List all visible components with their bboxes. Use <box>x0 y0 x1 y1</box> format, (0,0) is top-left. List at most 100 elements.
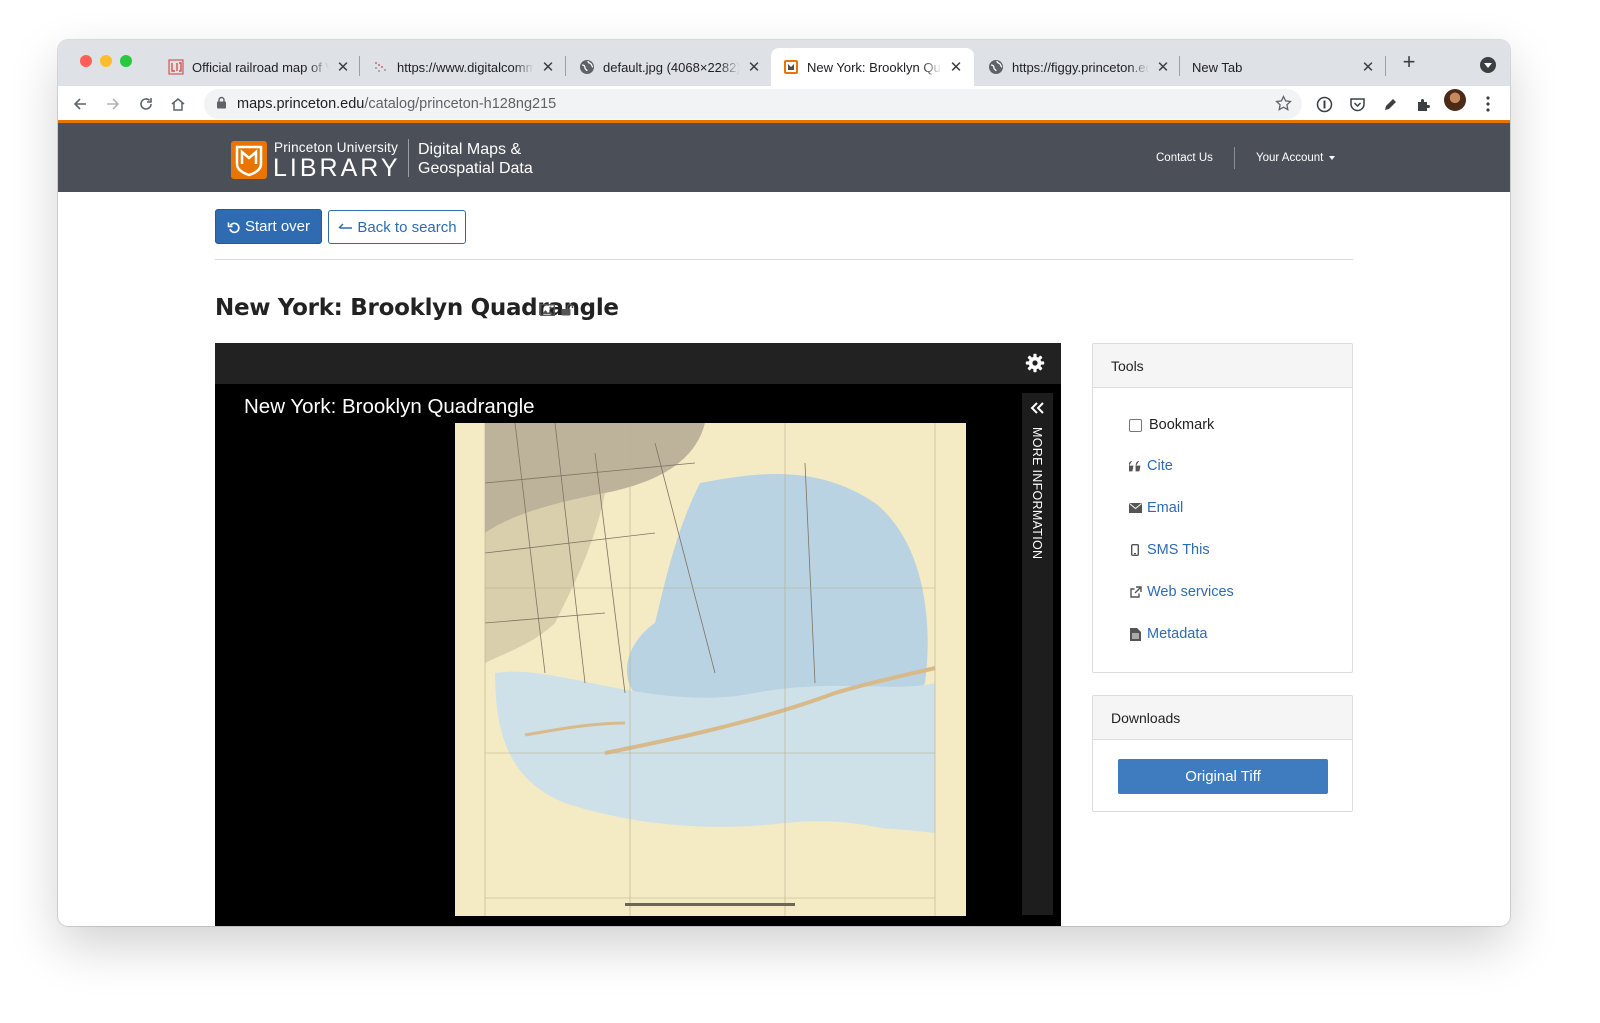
browser-tab[interactable]: Official railroad map of V ✕ <box>156 48 361 86</box>
double-chevron-left-icon[interactable] <box>1029 401 1045 420</box>
forward-icon[interactable] <box>101 92 125 116</box>
original-tiff-button[interactable]: Original Tiff <box>1118 759 1328 794</box>
new-tab-button[interactable]: + <box>1398 51 1420 74</box>
app-title-line1: Digital Maps & <box>418 141 522 158</box>
pen-extension-icon[interactable] <box>1378 92 1402 116</box>
password-extension-icon[interactable] <box>1312 92 1336 116</box>
external-link-icon <box>1128 585 1142 599</box>
downloads-panel: Downloads Original Tiff <box>1092 695 1353 812</box>
app-title[interactable]: Digital Maps & Geospatial Data <box>418 140 533 178</box>
pul-icon <box>783 59 799 75</box>
close-window-button[interactable] <box>80 55 92 67</box>
sms-label: SMS This <box>1147 542 1210 558</box>
dots-icon <box>373 59 389 75</box>
your-account-label: Your Account <box>1256 152 1324 164</box>
gear-icon[interactable] <box>1025 353 1045 378</box>
tab-title: default.jpg (4068×2282) <box>603 59 740 75</box>
viewer-toolbar <box>215 343 1061 384</box>
tab-search-icon[interactable] <box>1480 57 1496 73</box>
tab-title: New York: Brooklyn Quadrangle <box>807 59 942 75</box>
minimize-window-button[interactable] <box>100 55 112 67</box>
home-icon[interactable] <box>166 92 190 116</box>
email-label: Email <box>1147 500 1184 516</box>
tools-heading: Tools <box>1093 344 1352 388</box>
divider <box>215 259 1353 260</box>
undo-icon <box>227 220 241 234</box>
tab-strip: Official railroad map of V ✕ https://www… <box>58 40 1510 86</box>
tab-close-icon[interactable]: ✕ <box>335 58 351 76</box>
metadata-link[interactable]: Metadata <box>1128 626 1207 642</box>
tab-close-icon[interactable]: ✕ <box>1360 58 1376 76</box>
tab-close-icon[interactable]: ✕ <box>948 58 964 76</box>
address-bar[interactable]: maps.princeton.edu/catalog/princeton-h12… <box>204 89 1302 119</box>
browser-toolbar: maps.princeton.edu/catalog/princeton-h12… <box>58 86 1510 122</box>
header-divider <box>1234 147 1235 169</box>
quote-icon <box>1128 460 1142 472</box>
browser-tab[interactable]: default.jpg (4068×2282) ✕ <box>567 48 772 86</box>
cite-label: Cite <box>1147 458 1173 474</box>
url-path: /catalog/princeton-h128ng215 <box>364 96 557 112</box>
map-image[interactable] <box>455 422 966 916</box>
org-name-big: LIBRARY <box>273 154 401 182</box>
browser-tab[interactable]: https://www.digitalcomm ✕ <box>361 48 566 86</box>
viewer-title: New York: Brooklyn Quadrangle <box>244 395 535 418</box>
envelope-icon <box>1128 503 1142 513</box>
back-icon[interactable] <box>68 92 92 116</box>
browser-tab[interactable]: https://figgy.princeton.edu ✕ <box>976 48 1181 86</box>
contact-us-link[interactable]: Contact Us <box>1156 152 1213 164</box>
mobile-icon <box>1128 544 1142 556</box>
site-header: Princeton University LIBRARY Digital Map… <box>58 123 1510 192</box>
app-title-line2: Geospatial Data <box>418 160 533 177</box>
web-services-label: Web services <box>1147 584 1234 600</box>
bookmark-checkbox[interactable] <box>1128 418 1142 432</box>
tab-title: Official railroad map of V <box>192 59 329 75</box>
back-to-search-button[interactable]: Back to search <box>328 210 466 244</box>
web-services-link[interactable]: Web services <box>1128 584 1234 600</box>
pocket-icon[interactable] <box>1345 92 1369 116</box>
browser-tab-active[interactable]: New York: Brooklyn Quadrangle ✕ <box>771 48 974 86</box>
downloads-heading: Downloads <box>1093 696 1352 740</box>
loc-icon <box>168 59 184 75</box>
url-host: maps.princeton.edu <box>237 96 365 112</box>
pul-shield-logo-icon[interactable] <box>231 141 267 179</box>
profile-avatar[interactable] <box>1444 89 1466 111</box>
tab-title: https://figgy.princeton.edu <box>1012 59 1149 75</box>
browser-menu-icon[interactable] <box>1476 92 1500 116</box>
bookmark-toggle[interactable]: Bookmark <box>1128 417 1214 433</box>
tab-divider <box>565 56 566 76</box>
browser-window: Official railroad map of V ✕ https://www… <box>58 40 1510 926</box>
extensions-puzzle-icon[interactable] <box>1411 92 1435 116</box>
maximize-window-button[interactable] <box>120 55 132 67</box>
email-link[interactable]: Email <box>1128 500 1183 516</box>
browser-tab[interactable]: New Tab ✕ <box>1180 48 1386 86</box>
reload-icon[interactable] <box>134 92 158 116</box>
tab-close-icon[interactable]: ✕ <box>1155 58 1171 76</box>
bookmark-label: Bookmark <box>1149 417 1215 433</box>
org-name-small: Princeton University <box>274 140 399 155</box>
start-over-label: Start over <box>244 218 311 235</box>
lock-icon[interactable] <box>216 96 227 113</box>
tab-close-icon[interactable]: ✕ <box>540 58 556 76</box>
tab-divider <box>1385 56 1386 76</box>
sms-link[interactable]: SMS This <box>1128 542 1210 558</box>
caret-down-icon <box>1329 155 1336 160</box>
metadata-label: Metadata <box>1147 626 1208 642</box>
your-account-menu[interactable]: Your Account <box>1256 152 1336 164</box>
cite-link[interactable]: Cite <box>1128 458 1173 474</box>
logo-divider <box>408 139 409 177</box>
bookmark-star-icon[interactable] <box>1275 94 1292 116</box>
map-viewer[interactable]: New York: Brooklyn Quadrangle MORE INFOR… <box>215 343 1061 926</box>
record-type-icons <box>540 303 574 321</box>
document-icon <box>1128 627 1142 641</box>
start-over-button[interactable]: Start over <box>215 209 322 244</box>
tab-divider <box>359 56 360 76</box>
more-information-panel[interactable]: MORE INFORMATION <box>1022 393 1053 915</box>
back-to-search-label: Back to search <box>357 218 457 236</box>
tab-close-icon[interactable]: ✕ <box>746 58 762 76</box>
tools-panel: Tools Bookmark Cite Email SMS This Web s… <box>1092 343 1353 673</box>
image-icon <box>540 303 555 321</box>
tab-title: New Tab <box>1192 59 1243 75</box>
globe-icon <box>579 59 595 75</box>
tab-title: https://www.digitalcomm <box>397 59 534 75</box>
back-arrow-icon <box>337 221 353 233</box>
